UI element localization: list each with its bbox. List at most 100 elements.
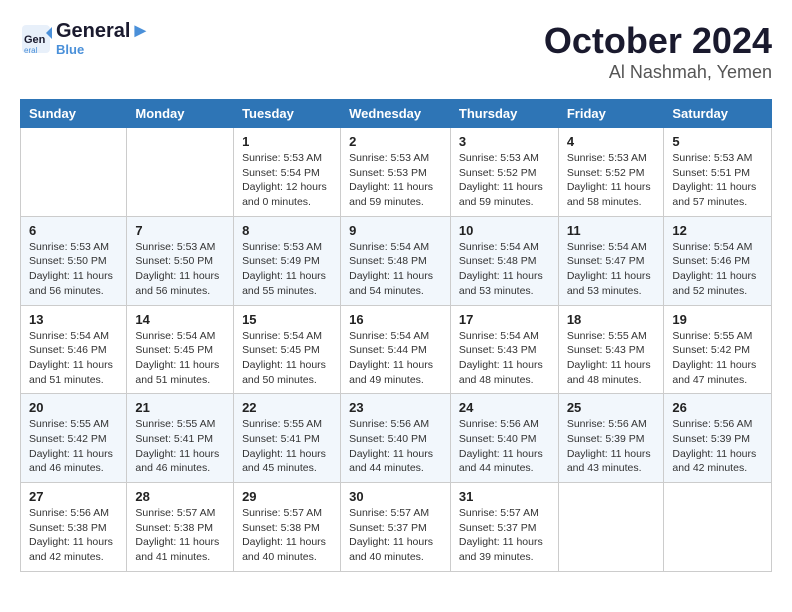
day-number: 4	[567, 134, 656, 149]
cell-info: Sunrise: 5:54 AM Sunset: 5:43 PM Dayligh…	[459, 329, 550, 388]
svg-text:Gen: Gen	[24, 34, 46, 46]
calendar-cell: 3Sunrise: 5:53 AM Sunset: 5:52 PM Daylig…	[450, 128, 558, 217]
calendar-cell: 15 Sunrise: 5:54 AM Sunset: 5:45 PM Dayli…	[234, 305, 341, 394]
calendar-cell: 9Sunrise: 5:54 AM Sunset: 5:48 PM Daylig…	[341, 216, 451, 305]
calendar-cell: 27 Sunrise: 5:56 AM Sunset: 5:38 PM Dayli…	[21, 483, 127, 572]
logo: Gen eral General► Blue	[20, 20, 150, 57]
day-number: 14	[135, 312, 225, 327]
calendar-week-row: 13 Sunrise: 5:54 AM Sunset: 5:46 PM Dayli…	[21, 305, 772, 394]
cell-info: Sunrise: 5:53 AM Sunset: 5:50 PM Dayligh…	[135, 240, 225, 299]
cell-info: Sunrise: 5:54 AM Sunset: 5:45 PM Dayligh…	[135, 329, 225, 388]
day-number: 12	[672, 223, 763, 238]
logo-icon: Gen eral	[20, 23, 52, 55]
calendar-cell: 14 Sunrise: 5:54 AM Sunset: 5:45 PM Dayli…	[127, 305, 234, 394]
calendar-cell: 11 Sunrise: 5:54 AM Sunset: 5:47 PM Dayli…	[558, 216, 664, 305]
calendar-cell	[21, 128, 127, 217]
calendar-cell: 23 Sunrise: 5:56 AM Sunset: 5:40 PM Dayli…	[341, 394, 451, 483]
day-number: 27	[29, 489, 118, 504]
cell-info: Sunrise: 5:54 AM Sunset: 5:46 PM Dayligh…	[29, 329, 118, 388]
calendar-cell: 8 Sunrise: 5:53 AM Sunset: 5:49 PM Daylig…	[234, 216, 341, 305]
calendar-cell: 5Sunrise: 5:53 AM Sunset: 5:51 PM Daylig…	[664, 128, 772, 217]
calendar-cell: 4 Sunrise: 5:53 AM Sunset: 5:52 PM Daylig…	[558, 128, 664, 217]
cell-info: Sunrise: 5:57 AM Sunset: 5:38 PM Dayligh…	[242, 506, 332, 565]
day-number: 22	[242, 400, 332, 415]
day-number: 21	[135, 400, 225, 415]
calendar-cell: 7 Sunrise: 5:53 AM Sunset: 5:50 PM Daylig…	[127, 216, 234, 305]
day-number: 17	[459, 312, 550, 327]
calendar-week-row: 6 Sunrise: 5:53 AM Sunset: 5:50 PM Daylig…	[21, 216, 772, 305]
day-number: 5	[672, 134, 763, 149]
cell-info: Sunrise: 5:53 AM Sunset: 5:50 PM Dayligh…	[29, 240, 118, 299]
cell-info: Sunrise: 5:56 AM Sunset: 5:38 PM Dayligh…	[29, 506, 118, 565]
logo-name: General►	[56, 20, 150, 42]
day-number: 15	[242, 312, 332, 327]
calendar-week-row: 1 Sunrise: 5:53 AM Sunset: 5:54 PM Daylig…	[21, 128, 772, 217]
day-number: 11	[567, 223, 656, 238]
calendar-week-row: 27 Sunrise: 5:56 AM Sunset: 5:38 PM Dayli…	[21, 483, 772, 572]
cell-info: Sunrise: 5:53 AM Sunset: 5:53 PM Dayligh…	[349, 151, 442, 210]
column-header-monday: Monday	[127, 100, 234, 128]
calendar-cell: 20Sunrise: 5:55 AM Sunset: 5:42 PM Dayli…	[21, 394, 127, 483]
calendar-cell: 29 Sunrise: 5:57 AM Sunset: 5:38 PM Dayli…	[234, 483, 341, 572]
cell-info: Sunrise: 5:56 AM Sunset: 5:40 PM Dayligh…	[349, 417, 442, 476]
calendar-cell: 28 Sunrise: 5:57 AM Sunset: 5:38 PM Dayli…	[127, 483, 234, 572]
page-header: Gen eral General► Blue October 2024 Al N…	[20, 20, 772, 83]
day-number: 3	[459, 134, 550, 149]
calendar-cell: 2 Sunrise: 5:53 AM Sunset: 5:53 PM Daylig…	[341, 128, 451, 217]
day-number: 8	[242, 223, 332, 238]
cell-info: Sunrise: 5:55 AM Sunset: 5:42 PM Dayligh…	[29, 417, 118, 476]
cell-info: Sunrise: 5:53 AM Sunset: 5:52 PM Dayligh…	[567, 151, 656, 210]
calendar-week-row: 20Sunrise: 5:55 AM Sunset: 5:42 PM Dayli…	[21, 394, 772, 483]
calendar-table: SundayMondayTuesdayWednesdayThursdayFrid…	[20, 99, 772, 572]
column-header-sunday: Sunday	[21, 100, 127, 128]
calendar-cell	[558, 483, 664, 572]
calendar-cell: 22 Sunrise: 5:55 AM Sunset: 5:41 PM Dayli…	[234, 394, 341, 483]
calendar-cell: 6 Sunrise: 5:53 AM Sunset: 5:50 PM Daylig…	[21, 216, 127, 305]
cell-info: Sunrise: 5:53 AM Sunset: 5:49 PM Dayligh…	[242, 240, 332, 299]
cell-info: Sunrise: 5:57 AM Sunset: 5:38 PM Dayligh…	[135, 506, 225, 565]
day-number: 25	[567, 400, 656, 415]
day-number: 13	[29, 312, 118, 327]
calendar-cell: 31Sunrise: 5:57 AM Sunset: 5:37 PM Dayli…	[450, 483, 558, 572]
cell-info: Sunrise: 5:56 AM Sunset: 5:40 PM Dayligh…	[459, 417, 550, 476]
cell-info: Sunrise: 5:54 AM Sunset: 5:48 PM Dayligh…	[459, 240, 550, 299]
title-block: October 2024 Al Nashmah, Yemen	[544, 20, 772, 83]
day-number: 16	[349, 312, 442, 327]
cell-info: Sunrise: 5:57 AM Sunset: 5:37 PM Dayligh…	[349, 506, 442, 565]
calendar-cell: 18Sunrise: 5:55 AM Sunset: 5:43 PM Dayli…	[558, 305, 664, 394]
day-number: 26	[672, 400, 763, 415]
svg-text:eral: eral	[24, 46, 38, 55]
calendar-cell: 1 Sunrise: 5:53 AM Sunset: 5:54 PM Daylig…	[234, 128, 341, 217]
column-header-wednesday: Wednesday	[341, 100, 451, 128]
cell-info: Sunrise: 5:55 AM Sunset: 5:43 PM Dayligh…	[567, 329, 656, 388]
calendar-cell: 26Sunrise: 5:56 AM Sunset: 5:39 PM Dayli…	[664, 394, 772, 483]
cell-info: Sunrise: 5:54 AM Sunset: 5:46 PM Dayligh…	[672, 240, 763, 299]
column-header-tuesday: Tuesday	[234, 100, 341, 128]
calendar-cell: 25 Sunrise: 5:56 AM Sunset: 5:39 PM Dayli…	[558, 394, 664, 483]
calendar-cell: 16Sunrise: 5:54 AM Sunset: 5:44 PM Dayli…	[341, 305, 451, 394]
calendar-cell: 10 Sunrise: 5:54 AM Sunset: 5:48 PM Dayli…	[450, 216, 558, 305]
column-header-saturday: Saturday	[664, 100, 772, 128]
day-number: 23	[349, 400, 442, 415]
cell-info: Sunrise: 5:56 AM Sunset: 5:39 PM Dayligh…	[567, 417, 656, 476]
calendar-cell: 12 Sunrise: 5:54 AM Sunset: 5:46 PM Dayli…	[664, 216, 772, 305]
day-number: 10	[459, 223, 550, 238]
day-number: 6	[29, 223, 118, 238]
day-number: 28	[135, 489, 225, 504]
calendar-cell	[664, 483, 772, 572]
cell-info: Sunrise: 5:54 AM Sunset: 5:45 PM Dayligh…	[242, 329, 332, 388]
day-number: 9	[349, 223, 442, 238]
cell-info: Sunrise: 5:55 AM Sunset: 5:41 PM Dayligh…	[242, 417, 332, 476]
cell-info: Sunrise: 5:54 AM Sunset: 5:47 PM Dayligh…	[567, 240, 656, 299]
calendar-header-row: SundayMondayTuesdayWednesdayThursdayFrid…	[21, 100, 772, 128]
day-number: 30	[349, 489, 442, 504]
cell-info: Sunrise: 5:57 AM Sunset: 5:37 PM Dayligh…	[459, 506, 550, 565]
day-number: 29	[242, 489, 332, 504]
calendar-cell: 17 Sunrise: 5:54 AM Sunset: 5:43 PM Dayli…	[450, 305, 558, 394]
cell-info: Sunrise: 5:55 AM Sunset: 5:41 PM Dayligh…	[135, 417, 225, 476]
day-number: 19	[672, 312, 763, 327]
day-number: 2	[349, 134, 442, 149]
day-number: 7	[135, 223, 225, 238]
day-number: 1	[242, 134, 332, 149]
cell-info: Sunrise: 5:53 AM Sunset: 5:54 PM Dayligh…	[242, 151, 332, 210]
